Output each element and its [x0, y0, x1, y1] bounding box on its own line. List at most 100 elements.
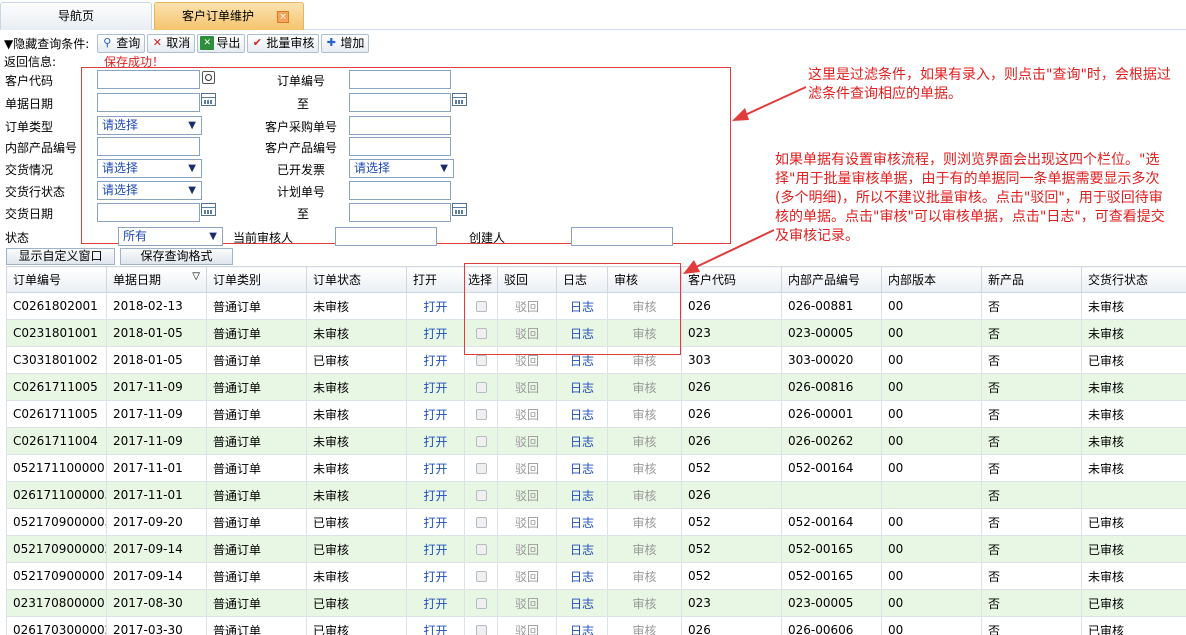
reject-link[interactable]: 驳回: [515, 624, 539, 635]
delivery-select[interactable]: 请选择 ▼: [97, 159, 202, 178]
col-header-doc-date[interactable]: 单据日期 ▽: [106, 266, 207, 293]
log-link[interactable]: 日志: [570, 300, 594, 314]
audit-link[interactable]: 审核: [632, 408, 656, 422]
delivery-date-from-input[interactable]: [97, 203, 200, 222]
order-type-select[interactable]: 请选择 ▼: [97, 116, 202, 135]
log-link[interactable]: 日志: [570, 543, 594, 557]
reject-link[interactable]: 驳回: [515, 489, 539, 503]
hide-filter-toggle[interactable]: ▼隐藏查询条件:: [4, 35, 89, 52]
table-row[interactable]: 0521709000003 2017-09-20 普通订单 已审核 打开 驳回 日志 审核 05…: [6, 508, 1186, 536]
table-row[interactable]: 0521709000002 2017-09-14 普通订单 已审核 打开 驳回 日志 审核 05…: [6, 535, 1186, 563]
table-row[interactable]: 0521711000001 2017-11-01 普通订单 未审核 打开 驳回 日志 审核 05…: [6, 454, 1186, 482]
col-header-log[interactable]: 日志: [556, 266, 608, 293]
calendar-icon[interactable]: [452, 203, 467, 216]
audit-link[interactable]: 审核: [632, 624, 656, 635]
cell-open[interactable]: 打开: [406, 373, 465, 401]
log-link[interactable]: 日志: [570, 327, 594, 341]
internal-product-input[interactable]: [97, 137, 200, 156]
log-link[interactable]: 日志: [570, 597, 594, 611]
audit-link[interactable]: 审核: [632, 462, 656, 476]
cell-log[interactable]: 日志: [556, 400, 608, 428]
cell-log[interactable]: 日志: [556, 292, 608, 320]
table-row[interactable]: C0231801001 2018-01-05 普通订单 未审核 打开 驳回 日志 审核 023 0…: [6, 319, 1186, 347]
cell-audit[interactable]: 审核: [607, 589, 682, 617]
cell-reject[interactable]: 驳回: [497, 508, 557, 536]
cell-reject[interactable]: 驳回: [497, 562, 557, 590]
customer-product-input[interactable]: [349, 137, 451, 156]
reject-link[interactable]: 驳回: [515, 381, 539, 395]
select-checkbox[interactable]: [475, 571, 487, 582]
col-header-internal-product[interactable]: 内部产品编号: [781, 266, 882, 293]
cell-reject[interactable]: 驳回: [497, 427, 557, 455]
cell-reject[interactable]: 驳回: [497, 481, 557, 509]
audit-link[interactable]: 审核: [632, 516, 656, 530]
table-row[interactable]: 0231708000001 2017-08-30 普通订单 已审核 打开 驳回 日志 审核 02…: [6, 589, 1186, 617]
log-link[interactable]: 日志: [570, 516, 594, 530]
col-header-open[interactable]: 打开: [406, 266, 465, 293]
audit-link[interactable]: 审核: [632, 543, 656, 557]
col-header-new-product[interactable]: 新产品: [981, 266, 1082, 293]
open-link[interactable]: 打开: [423, 300, 447, 314]
cell-open[interactable]: 打开: [406, 427, 465, 455]
sort-icon[interactable]: ▽: [192, 271, 200, 282]
log-link[interactable]: 日志: [570, 381, 594, 395]
audit-link[interactable]: 审核: [632, 381, 656, 395]
col-header-audit[interactable]: 审核: [607, 266, 682, 293]
cell-audit[interactable]: 审核: [607, 346, 682, 374]
cell-audit[interactable]: 审核: [607, 562, 682, 590]
delivery-status-select[interactable]: 请选择 ▼: [97, 181, 202, 200]
reject-link[interactable]: 驳回: [515, 300, 539, 314]
open-link[interactable]: 打开: [423, 516, 447, 530]
open-link[interactable]: 打开: [423, 381, 447, 395]
select-checkbox[interactable]: [475, 382, 487, 393]
table-row[interactable]: C0261711005 2017-11-09 普通订单 未审核 打开 驳回 日志 审核 026 0…: [6, 400, 1186, 428]
table-row[interactable]: 0261703000002 2017-03-30 普通订单 已审核 打开 驳回 日志 审核 02…: [6, 616, 1186, 635]
log-link[interactable]: 日志: [570, 489, 594, 503]
col-header-select[interactable]: 选择: [464, 266, 498, 293]
select-checkbox[interactable]: [475, 490, 487, 501]
cell-log[interactable]: 日志: [556, 319, 608, 347]
log-link[interactable]: 日志: [570, 435, 594, 449]
reject-link[interactable]: 驳回: [515, 435, 539, 449]
audit-link[interactable]: 审核: [632, 597, 656, 611]
open-link[interactable]: 打开: [423, 327, 447, 341]
calendar-icon[interactable]: [201, 203, 216, 216]
cell-log[interactable]: 日志: [556, 346, 608, 374]
cell-open[interactable]: 打开: [406, 481, 465, 509]
cancel-button[interactable]: ✕ 取消: [147, 33, 196, 53]
cell-log[interactable]: 日志: [556, 481, 608, 509]
cell-audit[interactable]: 审核: [607, 373, 682, 401]
open-link[interactable]: 打开: [423, 489, 447, 503]
cell-reject[interactable]: 驳回: [497, 346, 557, 374]
table-row[interactable]: C0261802001 2018-02-13 普通订单 未审核 打开 驳回 日志 审核 026 0…: [6, 292, 1186, 320]
customer-code-input[interactable]: [97, 70, 200, 89]
cell-audit[interactable]: 审核: [607, 616, 682, 635]
cell-log[interactable]: 日志: [556, 454, 608, 482]
select-checkbox[interactable]: [475, 409, 487, 420]
current-auditor-input[interactable]: [335, 227, 437, 246]
select-checkbox[interactable]: [475, 517, 487, 528]
log-link[interactable]: 日志: [570, 624, 594, 635]
col-header-customer-code[interactable]: 客户代码: [681, 266, 782, 293]
log-link[interactable]: 日志: [570, 462, 594, 476]
export-button[interactable]: ✕ 导出: [197, 33, 246, 53]
audit-link[interactable]: 审核: [632, 327, 656, 341]
log-link[interactable]: 日志: [570, 354, 594, 368]
cell-audit[interactable]: 审核: [607, 292, 682, 320]
query-button[interactable]: ⚲ 查询: [97, 33, 146, 53]
doc-date-from-input[interactable]: [97, 93, 200, 112]
reject-link[interactable]: 驳回: [515, 570, 539, 584]
col-header-order-status[interactable]: 订单状态: [306, 266, 407, 293]
table-row[interactable]: C3031801002 2018-01-05 普通订单 已审核 打开 驳回 日志 审核 303 3…: [6, 346, 1186, 374]
col-header-order-category[interactable]: 订单类别: [206, 266, 307, 293]
open-link[interactable]: 打开: [423, 408, 447, 422]
cell-open[interactable]: 打开: [406, 319, 465, 347]
cell-reject[interactable]: 驳回: [497, 535, 557, 563]
add-button[interactable]: ✚ 增加: [321, 33, 370, 53]
calendar-icon[interactable]: [452, 93, 467, 106]
cell-reject[interactable]: 驳回: [497, 589, 557, 617]
status-select[interactable]: 所有 ▼: [118, 227, 223, 246]
reject-link[interactable]: 驳回: [515, 408, 539, 422]
reject-link[interactable]: 驳回: [515, 597, 539, 611]
tab-navigation[interactable]: 导航页: [0, 2, 152, 30]
